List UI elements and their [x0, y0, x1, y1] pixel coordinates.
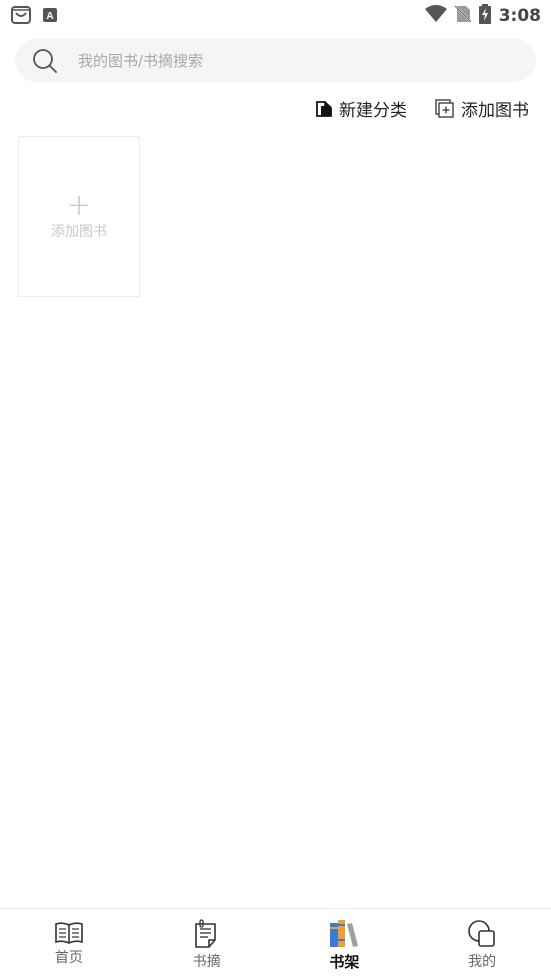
new-category-button[interactable]: 新建分类	[315, 96, 407, 121]
bottom-tab-bar: 首页 书摘 书架 我的	[0, 908, 551, 980]
tab-notes-label: 书摘	[192, 954, 221, 970]
tab-bookshelf-label: 书架	[329, 953, 360, 971]
tab-notes[interactable]: 书摘	[138, 909, 276, 980]
book-open-icon	[55, 922, 83, 944]
add-book-button[interactable]: 添加图书	[435, 96, 529, 121]
tab-profile-label: 我的	[468, 954, 497, 970]
battery-charging-icon	[478, 4, 491, 28]
add-book-card-label: 添加图书	[51, 223, 107, 240]
search-input[interactable]: 我的图书/书摘搜索	[15, 39, 536, 82]
tab-home-label: 首页	[54, 950, 83, 966]
svg-text:A: A	[46, 11, 53, 22]
status-right-icons: 3:08	[424, 4, 541, 28]
add-book-card[interactable]: + 添加图书	[18, 136, 140, 297]
status-time: 3:08	[498, 6, 541, 26]
wifi-icon	[424, 5, 447, 27]
tab-bookshelf[interactable]: 书架	[276, 909, 414, 980]
bookshelf-icon	[330, 920, 359, 947]
keyboard-a-icon: A	[42, 7, 58, 27]
tab-home[interactable]: 首页	[0, 909, 138, 980]
notes-icon	[194, 919, 216, 948]
add-book-label: 添加图书	[461, 101, 529, 121]
status-left-icons: A	[10, 4, 58, 30]
new-category-icon	[316, 100, 332, 117]
tab-profile[interactable]: 我的	[413, 909, 551, 980]
new-category-label: 新建分类	[339, 101, 407, 121]
status-bar: A 3:08	[0, 0, 551, 32]
search-placeholder: 我的图书/书摘搜索	[78, 52, 204, 70]
search-icon	[33, 48, 57, 73]
shelf-toolbar: 新建分类 添加图书	[315, 96, 529, 121]
profile-icon	[468, 920, 495, 947]
no-sim-icon	[453, 5, 472, 27]
plus-icon: +	[66, 187, 92, 223]
shopping-bag-icon	[10, 4, 32, 30]
add-book-icon	[435, 98, 454, 118]
